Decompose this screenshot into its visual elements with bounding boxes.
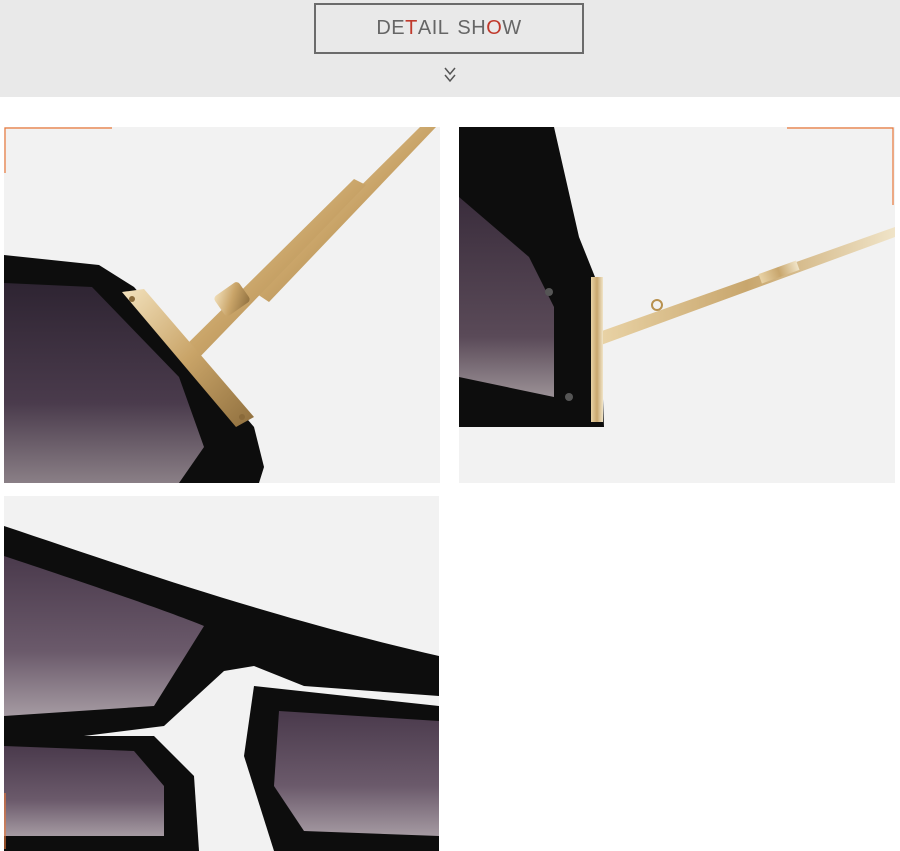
corner-mark-icon [4, 127, 112, 173]
title-text-1: DE [376, 17, 406, 39]
title-text-2: AIL [417, 17, 450, 39]
corner-mark-icon [787, 127, 894, 205]
double-chevron-down-icon [444, 67, 456, 83]
nose-bridge-detail-photo [4, 496, 439, 851]
title-text-4: W [502, 17, 522, 39]
hinge-detail-photo [4, 127, 440, 483]
temple-side-detail-photo [459, 127, 895, 483]
corner-mark-icon [4, 793, 6, 849]
title-text-3: SH [457, 17, 487, 39]
detail-show-title: DE T AIL SH O W [314, 3, 584, 54]
title-accent-2: O [486, 17, 503, 39]
title-accent-1: T [405, 17, 418, 39]
detail-show-header: DE T AIL SH O W [0, 0, 900, 97]
